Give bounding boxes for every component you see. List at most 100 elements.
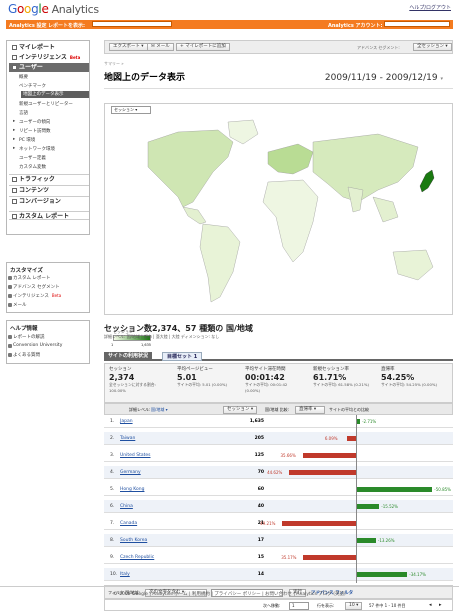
report-profile-select[interactable] — [92, 21, 172, 27]
nav-item-new-vs-returning[interactable]: 新規ユーザーとリピーター — [19, 101, 73, 107]
nav-item-custom-variables[interactable]: カスタム変数 — [19, 164, 46, 170]
comparison-percent: 35.66% — [280, 453, 296, 458]
row-rank: 7. — [110, 521, 115, 526]
segment-icon — [8, 284, 12, 289]
table-row: 5. Hong Kong 60 -50.85% — [104, 483, 453, 496]
prev-page-icon[interactable]: ◂ — [429, 602, 432, 608]
nav-item-benchmark[interactable]: ベンチマーク — [19, 83, 46, 89]
tab-site-usage[interactable]: サイトの利用状況 — [104, 352, 153, 361]
detail-level-links[interactable]: 詳細レベル: 国/地域 | 都市 | 亜大陸 | 大陸 ディメンション: なし — [104, 334, 219, 340]
university-icon — [8, 343, 12, 348]
table-row: 6. China 40 -15.52% — [104, 500, 453, 513]
nav-intelligence[interactable]: インテリジェンス Beta — [9, 53, 89, 62]
customize-custom-reports-link[interactable]: カスタム レポート — [8, 275, 50, 281]
country-link[interactable]: Canada — [120, 521, 137, 526]
date-range-selector[interactable]: 2009/11/19 - 2009/12/19 ▾ — [325, 73, 443, 83]
metric-visits: セッション 2,374 全セッションに対する割合: 100.00% — [109, 367, 156, 393]
metric-tabs: サイトの利用状況 目標セット 1 — [104, 352, 453, 361]
dimension-select[interactable]: 国/地域 ▾ — [151, 407, 168, 413]
comparison-percent: -50.85% — [434, 487, 451, 492]
world-map[interactable] — [108, 112, 450, 322]
tab-goal-set-1[interactable]: 目標セット 1 — [162, 352, 203, 361]
expand-arrow-icon: ▸ — [13, 128, 16, 133]
toolbar: エクスポート ▾ ✉ メール + マイレポートに追加 アドバンス セグメント: … — [104, 40, 453, 54]
help-faq-link[interactable]: よくある質問 — [8, 352, 40, 358]
expand-arrow-icon: ▸ — [13, 146, 16, 151]
country-link[interactable]: Taiwan — [120, 436, 135, 441]
region-africa — [262, 179, 319, 263]
comparison-bar — [356, 538, 376, 543]
region-europe — [267, 143, 314, 175]
comparison-bar — [356, 487, 433, 492]
table-row: 10. Italy 14 -34.17% — [104, 568, 453, 581]
breadcrumb[interactable]: サマリー » — [104, 61, 124, 67]
rows-label: 行を表示: — [317, 603, 335, 608]
country-link[interactable]: Italy — [120, 572, 130, 577]
export-button[interactable]: エクスポート ▾ — [109, 43, 148, 51]
chevron-down-icon: ▾ — [440, 76, 443, 82]
nav-goals[interactable]: コンバージョン — [9, 196, 89, 205]
row-rank: 8. — [110, 538, 115, 543]
country-link[interactable]: Czech Republic — [120, 555, 154, 560]
country-link[interactable]: China — [120, 504, 133, 509]
country-link[interactable]: United States — [120, 453, 150, 458]
nav-item-visitor-loyalty[interactable]: ▸ リピート訪問数 — [13, 128, 51, 134]
metric-select[interactable]: セッション ▾ — [223, 406, 258, 414]
row-rank: 10. — [110, 572, 118, 577]
nav-content[interactable]: コンテンツ — [9, 185, 89, 194]
metrics-scorecard: セッション 2,374 全セッションに対する割合: 100.00% 平均ページビュー… — [104, 363, 453, 403]
sessions-value: 205 — [254, 436, 264, 441]
comparison-percent: 44.62% — [267, 470, 283, 475]
add-to-dashboard-button[interactable]: + マイレポートに追加 — [176, 43, 230, 51]
nav-item-browser-capabilities[interactable]: ▸ PC 環境 — [13, 137, 35, 143]
goto-page-input[interactable]: 1 — [289, 602, 309, 610]
nav-item-user-defined[interactable]: ユーザー定義 — [19, 155, 46, 161]
table-row: 4. Germany 70 44.62% — [104, 466, 453, 479]
country-link[interactable]: South Korea — [120, 538, 147, 543]
customize-email-link[interactable]: メール — [8, 302, 27, 308]
email-button[interactable]: ✉ メール — [147, 43, 174, 51]
comparison-percent: 35.17% — [281, 555, 297, 560]
email-icon — [8, 302, 12, 307]
nav-item-languages[interactable]: 言語 — [19, 110, 28, 116]
comparison-percent: 6.09% — [324, 436, 338, 441]
comparison-percent: 49.21% — [260, 521, 276, 526]
help-conversion-university-link[interactable]: Conversion University — [8, 343, 62, 348]
customize-advanced-segments-link[interactable]: アドバンス セグメント — [8, 284, 60, 290]
nav-traffic[interactable]: トラフィック — [9, 174, 89, 183]
next-page-icon[interactable]: ▸ — [439, 602, 442, 608]
country-link[interactable]: Japan — [120, 419, 133, 424]
main-content: エクスポート ▾ ✉ メール + マイレポートに追加 アドバンス セグメント: … — [100, 40, 453, 611]
region-south-america — [199, 223, 241, 303]
nav-item-map-overlay[interactable]: 地図上のデータ表示 — [21, 91, 89, 98]
analytics-settings-link[interactable]: Analytics 設定 — [9, 22, 47, 29]
google-analytics-logo[interactable]: Google Analytics — [8, 2, 99, 17]
account-select[interactable] — [384, 21, 450, 27]
help-report-explanation-link[interactable]: レポートの解説 — [8, 334, 45, 340]
country-link[interactable]: Hong Kong — [120, 487, 144, 492]
nav-item-visitor-trending[interactable]: ▸ ユーザーの傾向 — [13, 119, 50, 125]
nav-item-network-properties[interactable]: ▸ ネットワーク環境 — [13, 146, 55, 152]
compare-metric-select[interactable]: 直帰率 ▾ — [295, 406, 325, 414]
help-logout-link[interactable]: ヘルプ/ログアウト — [409, 4, 451, 11]
page-title: 地図上のデータ表示 — [104, 73, 186, 83]
customize-title: カスタマイズ — [10, 268, 43, 274]
nav-visitors[interactable]: ユーザー — [9, 63, 89, 72]
table-row: 9. Czech Republic 15 35.17% — [104, 551, 453, 564]
help-title: ヘルプ情報 — [10, 326, 38, 332]
email-icon: ✉ — [151, 44, 155, 49]
country-link[interactable]: Germany — [120, 470, 141, 475]
nav-custom-reports[interactable]: カスタム レポート — [9, 211, 89, 220]
customize-intelligence-link[interactable]: インテリジェンス Beta — [8, 293, 61, 299]
footer-links[interactable]: © 2009 Google | Analytics ホーム | 利用規約 | プ… — [0, 591, 459, 597]
divider — [104, 88, 453, 89]
row-rank: 4. — [110, 470, 115, 475]
segment-select[interactable]: 全セッション ▾ — [413, 43, 452, 51]
table-row: 3. United States 125 35.66% — [104, 449, 453, 462]
report-icon — [8, 275, 12, 280]
row-rank: 3. — [110, 453, 115, 458]
sessions-value: 1,635 — [249, 419, 264, 424]
nav-dashboard[interactable]: マイレポート — [9, 43, 89, 52]
rows-select[interactable]: 10 ▾ — [345, 602, 363, 610]
nav-item-overview[interactable]: 概要 — [19, 74, 28, 80]
